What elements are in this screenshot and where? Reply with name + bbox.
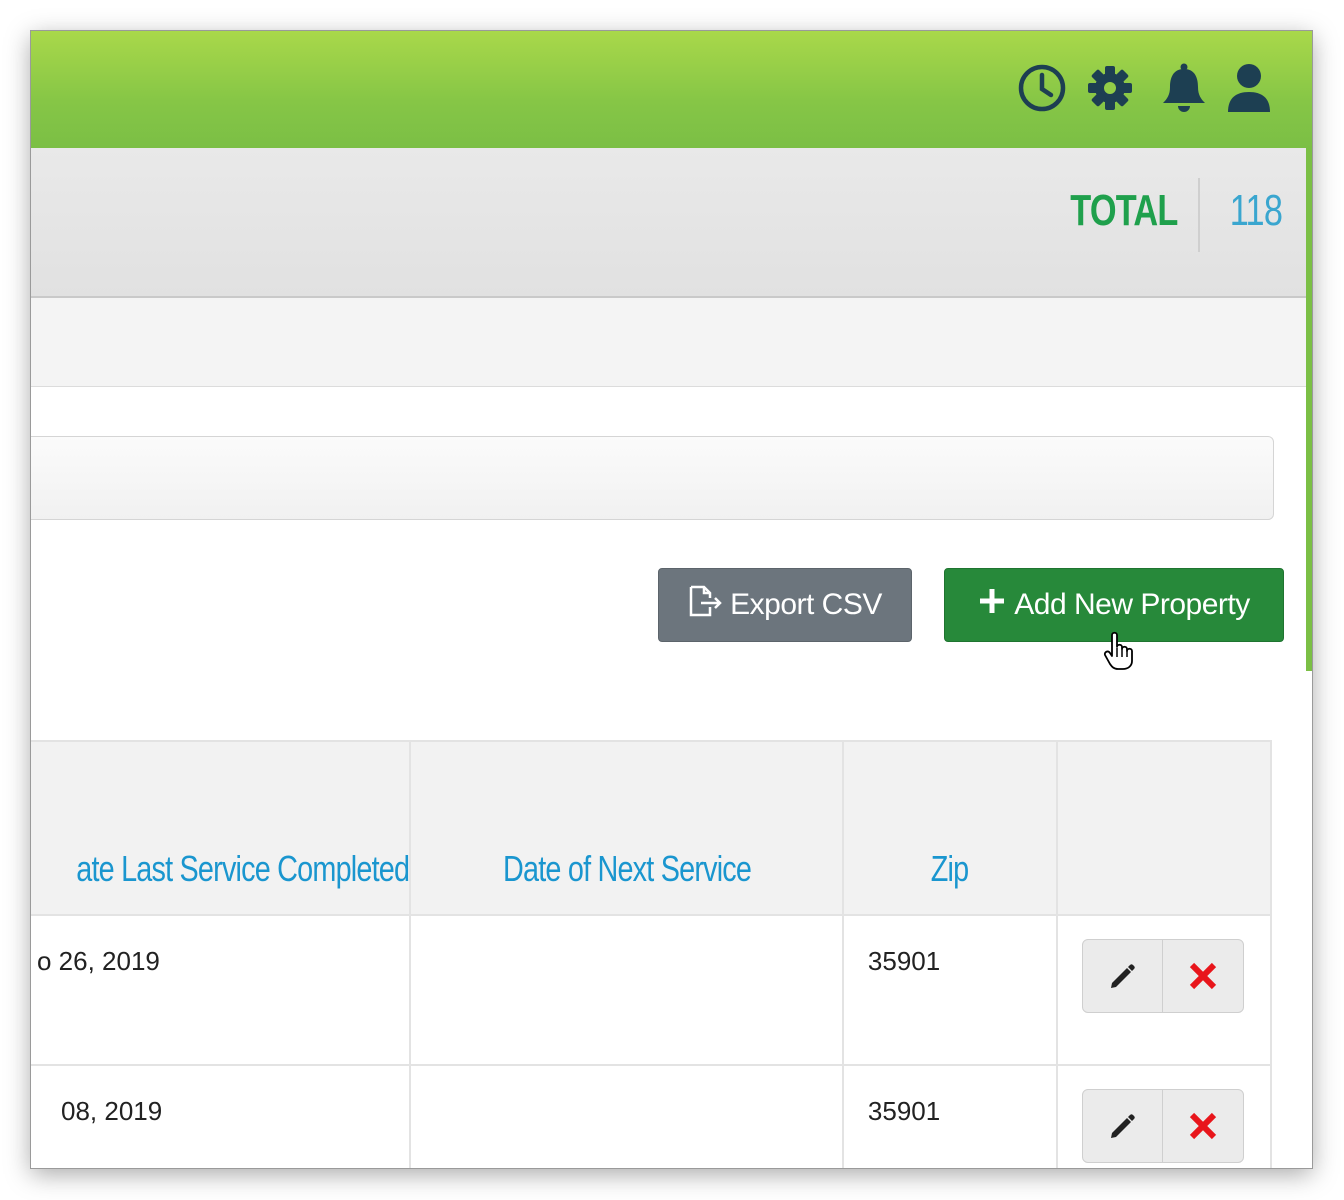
- add-new-property-label: Add New Property: [1014, 588, 1250, 621]
- delete-button[interactable]: [1162, 940, 1243, 1012]
- table-header-row: ate Last Service Completed Date of Next …: [31, 740, 1273, 916]
- cell-next-service: [409, 914, 844, 1066]
- delete-button[interactable]: [1162, 1090, 1243, 1162]
- export-csv-button[interactable]: Export CSV: [658, 568, 912, 642]
- column-header-actions: [1055, 740, 1273, 916]
- scroll-accent: [1306, 148, 1312, 671]
- table-row: 08, 2019 35901: [31, 1064, 1273, 1168]
- close-icon: [1189, 962, 1217, 990]
- plus-icon: [978, 587, 1006, 623]
- app-window: TOTAL 118 Export CSV Add New Property at…: [31, 31, 1312, 1168]
- bell-icon[interactable]: [1158, 62, 1210, 114]
- cell-zip: 35901: [841, 914, 1058, 1066]
- pencil-icon: [1111, 1114, 1136, 1138]
- export-csv-label: Export CSV: [730, 588, 882, 621]
- hand-cursor-icon: [1103, 631, 1139, 671]
- edit-button[interactable]: [1083, 940, 1163, 1012]
- filter-bar: [31, 298, 1306, 387]
- column-header-next-service[interactable]: Date of Next Service: [409, 740, 844, 916]
- cell-actions: [1055, 1064, 1273, 1168]
- row-action-group: [1081, 1089, 1244, 1163]
- column-header-last-service[interactable]: ate Last Service Completed: [31, 740, 412, 916]
- search-input[interactable]: [31, 436, 1274, 520]
- user-icon[interactable]: [1223, 62, 1275, 114]
- total-value: 118: [1229, 186, 1283, 235]
- properties-table: ate Last Service Completed Date of Next …: [31, 740, 1273, 1168]
- row-action-group: [1081, 939, 1244, 1013]
- stat-divider: [1198, 178, 1200, 252]
- close-icon: [1189, 1112, 1217, 1140]
- cell-last-service: o 26, 2019: [31, 914, 412, 1066]
- cell-zip: 35901: [841, 1064, 1058, 1168]
- edit-button[interactable]: [1083, 1090, 1163, 1162]
- pencil-icon: [1111, 964, 1136, 988]
- cell-last-service: 08, 2019: [31, 1064, 412, 1168]
- cell-actions: [1055, 914, 1273, 1066]
- total-label: TOTAL: [1070, 186, 1179, 235]
- table-row: o 26, 2019 35901: [31, 914, 1273, 1066]
- stats-bar: TOTAL 118: [31, 148, 1306, 298]
- gear-icon[interactable]: [1084, 62, 1136, 114]
- column-header-zip[interactable]: Zip: [841, 740, 1058, 916]
- top-navbar: [31, 31, 1312, 148]
- clock-icon[interactable]: [1016, 62, 1068, 114]
- file-export-icon: [688, 585, 722, 625]
- cell-next-service: [409, 1064, 844, 1168]
